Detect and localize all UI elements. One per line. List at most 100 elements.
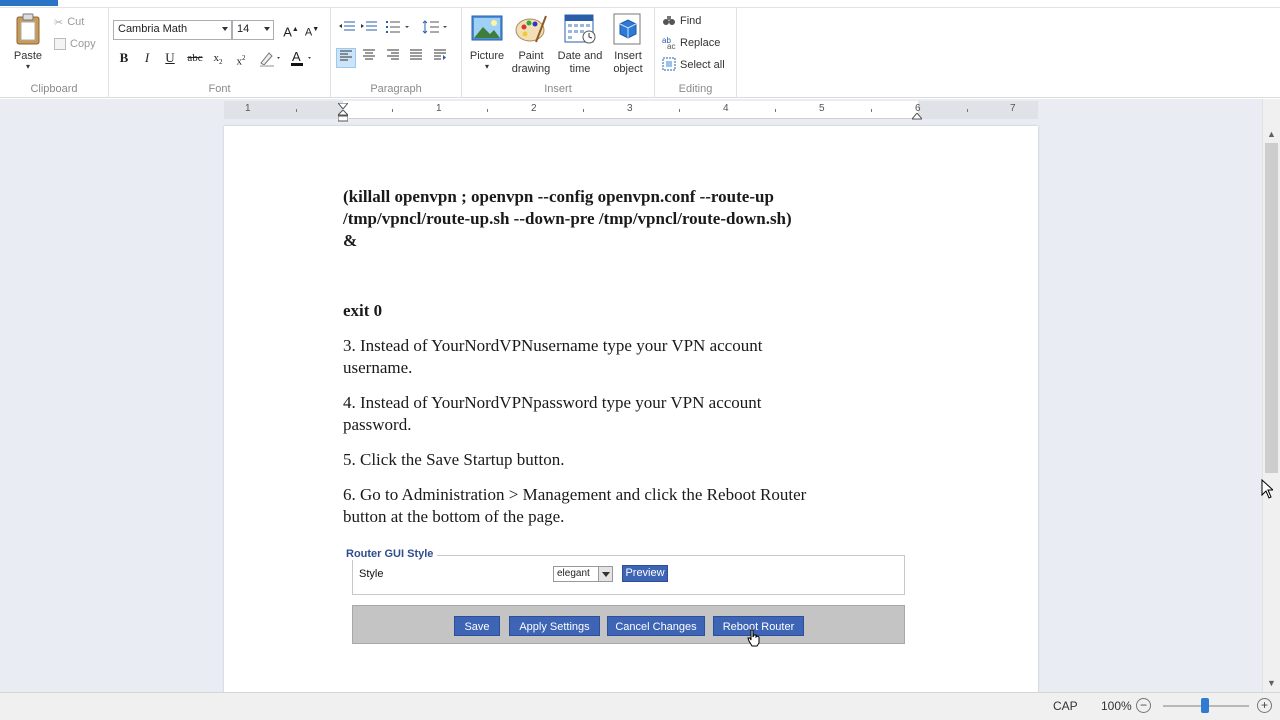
zoom-out-button[interactable]: − [1136,698,1151,713]
file-tab[interactable] [0,0,58,6]
exit-line: exit 0 [343,301,383,320]
status-bar: CAP 100% − + [0,692,1280,720]
date-time-label-line2: time [569,63,591,75]
decrease-indent-icon[interactable] [337,20,357,40]
paste-button[interactable]: Paste ▾ [6,12,50,71]
text-line: 4. Instead of YourNordVPNpassword type y… [343,393,762,412]
zoom-in-button[interactable]: + [1257,698,1272,713]
text-line: username. [343,358,413,377]
insert-object-button[interactable]: Insert object [604,12,652,76]
chevron-down-icon [598,567,612,581]
chevron-down-icon[interactable]: ▾ [463,63,511,71]
text-line: /tmp/vpncl/route-up.sh --down-pre /tmp/v… [343,209,792,228]
document-page[interactable]: (killall openvpn ; openvpn --config open… [224,126,1038,692]
superscript-icon[interactable]: x2 [231,48,251,68]
paragraph-group: Paragraph [331,8,462,98]
horizontal-ruler[interactable]: 1 1 2 3 4 5 6 7 [224,101,1038,122]
date-time-button[interactable]: Date and time [555,12,605,76]
strikethrough-icon[interactable]: abc [185,48,205,68]
paint-label-line1: Paint [518,50,544,62]
scroll-down-icon[interactable]: ▼ [1267,678,1276,688]
copy-icon [54,38,66,50]
ruler-tick [967,109,968,112]
align-left-icon[interactable] [336,48,356,68]
line-spacing-icon[interactable] [422,20,452,40]
svg-text:ac: ac [667,42,675,49]
cut-label: Cut [67,16,85,28]
step5-paragraph: 5. Click the Save Startup button. [343,450,565,469]
cut-button[interactable]: ✂ Cut [54,13,84,31]
copy-label: Copy [70,38,96,50]
font-group-label: Font [208,83,231,95]
ruler-number: 5 [819,103,825,114]
title-strip [0,0,1280,8]
style-select: elegant [553,566,613,582]
text-line: button at the bottom of the page. [343,507,565,526]
insert-group-label: Insert [544,83,572,95]
style-select-value: elegant [557,568,590,579]
right-indent-marker[interactable] [910,110,924,124]
caps-lock-indicator: CAP [1053,699,1078,713]
font-family-select[interactable]: Cambria Math [113,20,232,40]
cancel-changes-button: Cancel Changes [607,616,705,636]
date-time-label-line1: Date and [557,50,603,62]
ribbon: Paste ▾ ✂ Cut Copy Clipboard Cambria Mat… [0,8,1280,98]
select-all-button[interactable]: Select all [662,56,725,74]
binoculars-icon [662,13,676,30]
italic-icon[interactable]: I [137,48,157,68]
copy-button[interactable]: Copy [54,35,96,53]
vertical-scrollbar[interactable]: ▲ ▼ [1262,99,1280,692]
increase-indent-icon[interactable] [359,20,379,40]
hanging-indent-marker[interactable] [336,109,350,125]
document-workspace[interactable]: 1 1 2 3 4 5 6 7 (killall openvpn ; openv… [0,99,1262,692]
grow-font-icon[interactable]: A▲ [281,20,301,40]
ruler-number: 3 [627,103,633,114]
zoom-slider-thumb[interactable] [1201,698,1209,713]
save-button: Save [454,616,500,636]
step4-paragraph: 4. Instead of YourNordVPNpassword type y… [343,392,908,436]
palette-icon [514,12,548,46]
text-line: 3. Instead of YourNordVPNusername type y… [343,336,763,355]
shrink-font-icon[interactable]: A▼ [302,20,322,40]
find-button[interactable]: Find [662,12,701,30]
paste-dropdown-icon[interactable]: ▾ [6,63,50,71]
clipboard-group-label: Clipboard [30,83,78,95]
font-group: Cambria Math 14 A▲ A▼ B I U abc x2 x2 A … [109,8,331,98]
zoom-level: 100% [1101,699,1132,713]
highlight-color-icon[interactable] [257,48,285,68]
align-center-icon[interactable] [359,48,379,68]
preview-button: Preview [622,565,668,582]
replace-label: Replace [680,37,721,49]
picture-button[interactable]: Picture ▾ [463,12,511,71]
ruler-tick [296,109,297,112]
text-line: password. [343,415,412,434]
hand-cursor-icon [747,629,761,650]
font-size-select[interactable]: 14 [232,20,274,40]
ruler-number: 2 [531,103,537,114]
ruler-right-margin [918,101,1038,119]
arrow-cursor-icon [1261,478,1275,502]
paint-drawing-button[interactable]: Paint drawing [507,12,555,76]
scroll-up-icon[interactable]: ▲ [1267,129,1276,139]
router-gui-screenshot[interactable]: Router GUI Style Style elegant Preview S… [342,543,908,653]
scrollbar-thumb[interactable] [1265,143,1278,473]
chevron-down-icon [264,27,270,31]
font-color-icon[interactable]: A [289,48,317,68]
underline-icon[interactable]: U [160,48,180,68]
paragraph-settings-icon[interactable] [430,48,450,68]
replace-icon: ab ac [662,35,676,52]
bold-icon[interactable]: B [114,48,134,68]
replace-button[interactable]: ab ac Replace [662,34,720,52]
editing-group: Find ab ac Replace Select all Editing [655,8,737,98]
object-icon [611,12,645,46]
subscript-icon[interactable]: x2 [208,48,228,68]
bullet-list-icon[interactable] [384,20,414,40]
editing-group-label: Editing [678,83,713,95]
clipboard-icon [11,12,45,46]
justify-icon[interactable] [406,48,426,68]
svg-text:A: A [292,49,301,64]
router-gui-style-legend: Router GUI Style [346,548,438,560]
ruler-number: 1 [245,103,251,114]
scissors-icon: ✂ [54,16,64,29]
align-right-icon[interactable] [383,48,403,68]
